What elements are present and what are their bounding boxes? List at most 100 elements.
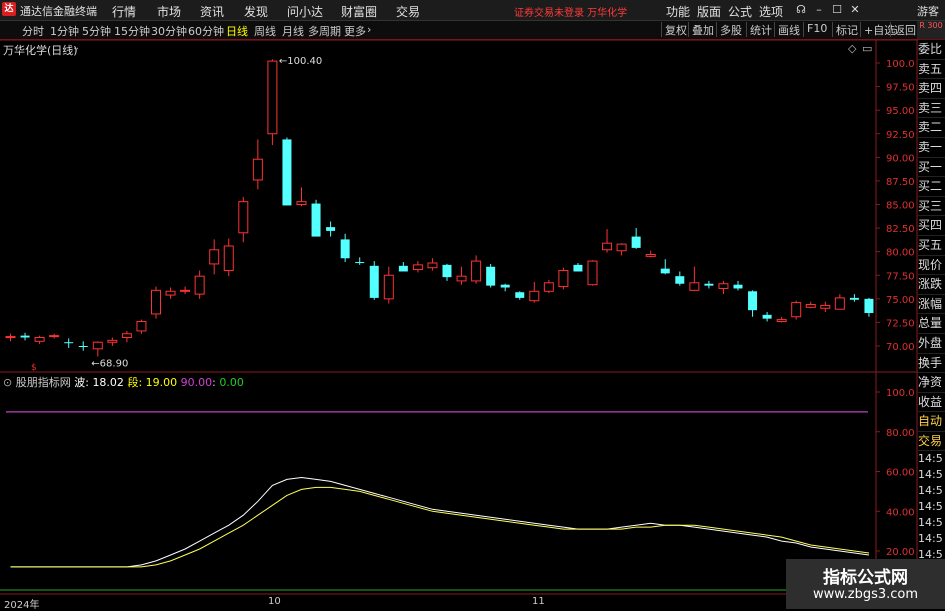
ytick-label-10: 75.00 [886, 295, 915, 306]
candle-body-30 [442, 264, 452, 278]
ind-ytick-label-4: 20.00 [886, 547, 915, 558]
indicator-name: 股朋指标网 [15, 376, 71, 389]
quote-field-13: 涨幅 [918, 295, 945, 315]
tick-time-4: 14:5 [918, 516, 943, 530]
candle-body-31 [456, 275, 467, 282]
ytick-label-4: 90.00 [886, 153, 915, 164]
candle-body-24 [355, 262, 365, 264]
ytick-label-0: 100.0 [886, 59, 915, 70]
ytick-label-11: 72.50 [886, 318, 915, 329]
time-label-nov: 11 [532, 596, 545, 607]
time-axis: 2024年 10 11 [0, 595, 918, 611]
candle-body-39 [573, 264, 583, 272]
candle-body-40 [587, 260, 598, 286]
candle-body-42 [616, 243, 627, 252]
quote-panel: 委比 卖五 卖四 卖三 卖二 卖一 买一 买二 买三 买四 买五 现价 涨跌 涨幅 总量 外盘 换手 净资 收益 自动… [918, 40, 945, 611]
candle-body-4 [64, 342, 74, 344]
quote-field-0: 委比 [918, 40, 945, 60]
ytick-label-5: 87.50 [886, 177, 915, 188]
candle-body-59 [864, 298, 874, 313]
candle-body-1 [20, 335, 30, 338]
ytick-label-7: 82.50 [886, 224, 915, 235]
quote-field-2: 卖四 [918, 79, 945, 99]
candle-body-26 [383, 274, 394, 300]
candle-body-16 [238, 201, 249, 234]
kline-chart[interactable]: ←100.40 ←68.90 $ 100.0 97.50 95.00 92.50 90.00… [0, 0, 918, 609]
low-price-label: ←68.90 [91, 358, 128, 369]
candle-body-53 [776, 319, 787, 322]
tick-time-0: 14:5 [918, 452, 943, 466]
diamond-icon[interactable]: ◇ [848, 42, 856, 55]
quote-field-4: 卖二 [918, 118, 945, 138]
segment-line [10, 486, 870, 568]
candle-body-3 [49, 335, 60, 338]
candle-body-55 [805, 303, 816, 308]
tick-time-1: 14:5 [918, 468, 943, 482]
trade-tab-1[interactable]: 交易 [918, 432, 945, 452]
candle-body-15 [223, 245, 234, 272]
candle-body-48 [704, 283, 714, 286]
ytick-label-8: 80.00 [886, 248, 915, 259]
quote-field-1: 卖五 [918, 60, 945, 80]
candle-body-6 [92, 341, 103, 350]
dropdown-icon[interactable]: ⌄ [72, 42, 80, 53]
quote-field-18: 收益 [918, 393, 945, 413]
r300-button[interactable]: R 300 [917, 21, 945, 39]
quote-field-15: 外盘 [918, 334, 945, 354]
ind-ytick-label-3: 40.00 [886, 507, 915, 518]
ytick-label-12: 70.00 [886, 342, 915, 353]
tick-time-3: 14:5 [918, 500, 943, 514]
candle-body-12 [180, 289, 191, 292]
candle-body-2 [34, 337, 45, 342]
dividend-marker-icon: $ [31, 363, 37, 373]
wave-value: 18.02 [92, 376, 124, 389]
trade-tab-0[interactable]: 自动 [918, 412, 945, 432]
indicator-title: ⊙ 股朋指标网 波: 18.02 段: 19.00 90.00: 0.00 [3, 376, 244, 389]
candle-body-52 [762, 314, 772, 319]
candle-body-51 [748, 291, 758, 311]
candle-body-38 [558, 270, 569, 288]
candle-body-50 [733, 284, 743, 289]
tick-time-5: 14:5 [918, 532, 943, 546]
tick-time-2: 14:5 [918, 484, 943, 498]
candle-body-17 [252, 158, 263, 181]
ind-ytick-label-0: 100.0 [886, 388, 915, 399]
indicator-toggle-icon[interactable]: ⊙ [3, 376, 12, 389]
candle-body-43 [631, 236, 641, 248]
quote-field-11: 现价 [918, 256, 945, 276]
ind-ytick-label-1: 80.00 [886, 428, 915, 439]
candle-body-21 [311, 203, 321, 237]
candle-body-8 [121, 333, 132, 339]
candle-body-58 [849, 297, 859, 300]
candle-body-41 [602, 242, 613, 251]
candle-body-20 [296, 201, 307, 205]
candle-body-54 [791, 302, 802, 318]
ytick-label-1: 97.50 [886, 83, 915, 94]
watermark-url: www.zbgs3.com [812, 587, 919, 602]
candle-body-13 [194, 275, 205, 295]
chart-title: 万华化学(日线) [3, 44, 78, 57]
candle-body-27 [398, 265, 408, 272]
candle-body-35 [515, 292, 525, 298]
ind-ytick-label-2: 60.00 [886, 468, 915, 479]
ytick-label-6: 85.00 [886, 201, 915, 212]
segment-value: 19.00 [145, 376, 178, 389]
candle-body-28 [412, 264, 423, 271]
candle-body-23 [340, 239, 350, 259]
candle-body-14 [209, 249, 220, 265]
candle-body-11 [165, 290, 176, 296]
candle-body-22 [326, 227, 336, 231]
candle-body-10 [151, 289, 161, 315]
guest-label[interactable]: 游客 [917, 3, 939, 19]
candle-body-7 [107, 339, 118, 343]
watermark-title: 指标公式网 [823, 568, 908, 588]
candle-body-37 [543, 282, 554, 292]
candle-body-57 [834, 297, 845, 310]
ytick-label-2: 95.00 [886, 106, 915, 117]
watermark: 指标公式网 www.zbgs3.com [786, 559, 945, 609]
quote-field-7: 买二 [918, 177, 945, 197]
candle-body-47 [689, 282, 700, 291]
collapse-icon[interactable]: ▭ [862, 42, 872, 55]
segment-label: 段 [127, 376, 139, 389]
candle-body-19 [282, 139, 292, 206]
